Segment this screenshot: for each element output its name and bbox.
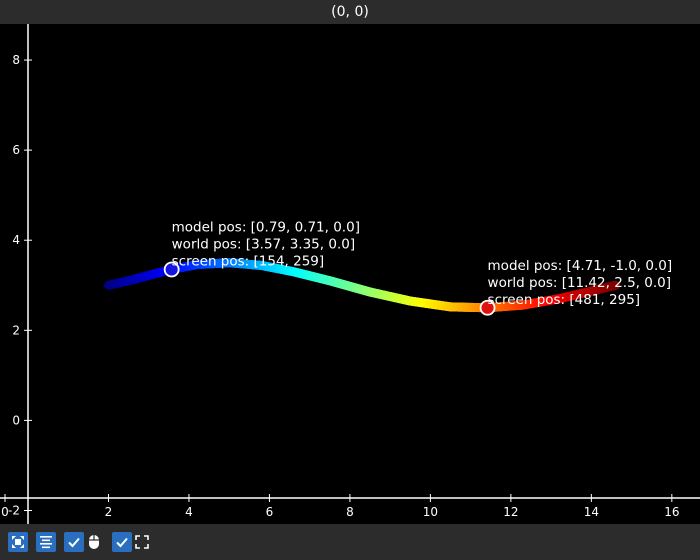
y-tick-label: 4 (12, 233, 20, 247)
x-tick-label: 2 (105, 505, 113, 519)
x-tick-label: 10 (423, 505, 438, 519)
point-annotation-line: screen pos: [481, 295] (488, 292, 641, 308)
align-button[interactable] (36, 532, 56, 552)
y-tick-label: -2 (8, 503, 20, 517)
toggle-fullscreen-checkbox[interactable] (112, 532, 132, 552)
app-window: (0, 0) 0 2 4 6 8 10 12 14 16 -2 0 2 4 6 8 model pos: [0… (0, 0, 700, 560)
point-annotation-line: world pos: [3.57, 3.35, 0.0] (172, 236, 355, 252)
point-annotation-line: model pos: [4.71, -1.0, 0.0] (488, 258, 673, 274)
y-tick-label: 6 (12, 143, 20, 157)
window-title: (0, 0) (331, 4, 369, 20)
x-tick-label: 6 (266, 505, 274, 519)
checkbox-checked-icon (116, 537, 128, 548)
y-tick-label: 8 (12, 53, 20, 67)
y-tick-label: 0 (12, 413, 20, 427)
fullscreen-button[interactable] (132, 532, 152, 552)
plot-canvas[interactable]: 0 2 4 6 8 10 12 14 16-202468model pos: [0.79, 0.… (0, 24, 700, 524)
mouse-icon (89, 535, 99, 549)
point-annotation-line: screen pos: [154, 259] (172, 253, 325, 269)
window-title-bar: (0, 0) (0, 0, 700, 24)
fullscreen-icon (135, 535, 149, 549)
x-tick-label: 4 (185, 505, 193, 519)
fit-view-icon (12, 536, 24, 548)
fit-view-button[interactable] (8, 532, 28, 552)
align-icon (40, 536, 52, 549)
mouse-mode-button[interactable] (84, 532, 104, 552)
x-tick-label: 12 (503, 505, 518, 519)
toggle-mouse-checkbox[interactable] (64, 532, 84, 552)
x-tick-label: 16 (664, 505, 679, 519)
point-annotation-line: world pos: [11.42, 2.5, 0.0] (488, 275, 671, 291)
x-tick-label: 14 (584, 505, 599, 519)
y-tick-label: 2 (12, 323, 20, 337)
bottom-toolbar (0, 524, 700, 560)
checkbox-checked-icon (68, 537, 80, 548)
point-annotation-line: model pos: [0.79, 0.71, 0.0] (172, 219, 360, 235)
x-tick-label: 8 (346, 505, 354, 519)
